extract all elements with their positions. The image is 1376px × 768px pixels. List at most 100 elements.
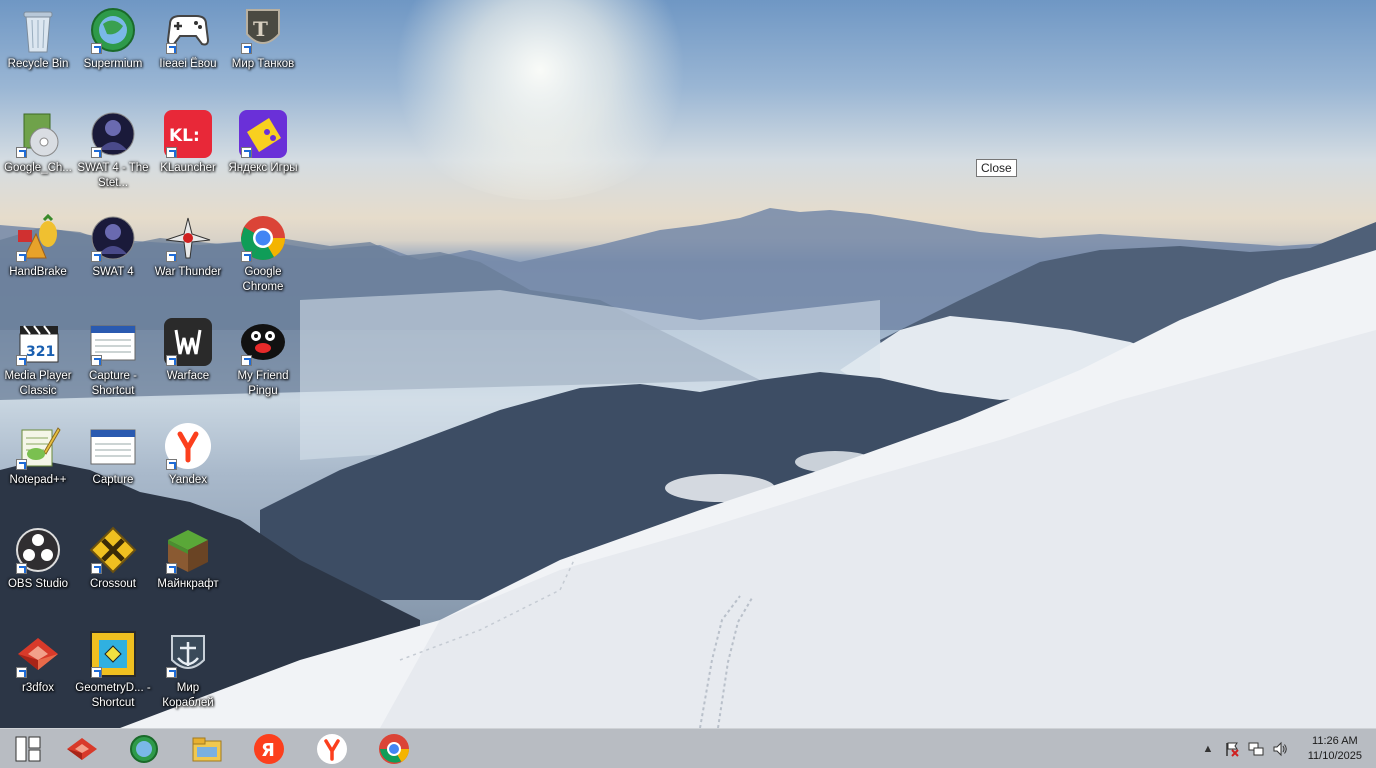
desktop-icon-warface[interactable]: Warface bbox=[150, 318, 226, 384]
shortcut-arrow-icon bbox=[166, 355, 177, 366]
desktop-icon-notepadpp[interactable]: Notepad++ bbox=[0, 422, 76, 488]
shortcut-arrow-icon bbox=[91, 355, 102, 366]
desktop-icon-world-of-tanks[interactable]: Т Мир Танков bbox=[225, 6, 301, 72]
shortcut-arrow-icon bbox=[91, 43, 102, 54]
shortcut-arrow-icon bbox=[241, 251, 252, 262]
desktop-icon-media-player-classic[interactable]: 321 Media Player Classic bbox=[0, 318, 76, 399]
desktop-icon-label: Майнкрафт bbox=[157, 578, 219, 590]
warships-anchor-icon bbox=[164, 630, 212, 678]
desktop-icon-swat4[interactable]: SWAT 4 bbox=[75, 214, 151, 280]
crossout-icon bbox=[89, 526, 137, 574]
window-capture-icon bbox=[89, 422, 137, 470]
start-icon bbox=[15, 736, 41, 762]
window-capture-icon bbox=[89, 318, 137, 366]
desktop-icon-label: Media Player Classic bbox=[4, 370, 72, 397]
shortcut-arrow-icon bbox=[166, 43, 177, 54]
r3dfox-icon bbox=[14, 630, 62, 678]
obs-icon bbox=[14, 526, 62, 574]
network-icon[interactable] bbox=[1248, 741, 1264, 757]
clock-date: 11/10/2025 bbox=[1307, 750, 1362, 762]
shortcut-arrow-icon bbox=[166, 563, 177, 574]
desktop-icon-label: Recycle Bin bbox=[7, 58, 69, 70]
desktop-icon-label: Capture - Shortcut bbox=[89, 370, 137, 397]
desktop-icon-google-setup[interactable]: Google_Ch... bbox=[0, 110, 76, 176]
war-thunder-plane-icon bbox=[164, 214, 212, 262]
shortcut-arrow-icon bbox=[16, 251, 27, 262]
desktop-icon-supermium[interactable]: Supermium bbox=[75, 6, 151, 72]
shortcut-arrow-icon bbox=[16, 459, 27, 470]
handbrake-icon bbox=[14, 213, 62, 262]
taskbar-yandex-browser[interactable]: Я bbox=[249, 732, 289, 766]
svg-text:KL:: KL: bbox=[169, 126, 200, 146]
desktop-icon-minecraft[interactable]: Майнкрафт bbox=[150, 526, 226, 592]
pingu-icon bbox=[239, 318, 287, 366]
chrome-icon bbox=[379, 734, 409, 764]
desktop-icon-yandex-games[interactable]: Яндекс Игры bbox=[225, 110, 301, 176]
desktop-icon-label: Мир Кораблей bbox=[162, 682, 214, 709]
desktop-icon-label: r3dfox bbox=[22, 682, 54, 694]
shortcut-arrow-icon bbox=[166, 147, 177, 158]
yandex-ya-icon: Я bbox=[254, 734, 284, 764]
desktop-icon-label: Notepad++ bbox=[9, 474, 67, 486]
taskbar: Я ▲ 11:26 AM 11/10/2025 bbox=[0, 728, 1376, 768]
desktop-icon-label: War Thunder bbox=[154, 266, 222, 278]
taskbar-r3dfox[interactable] bbox=[62, 732, 102, 766]
shortcut-arrow-icon bbox=[241, 355, 252, 366]
desktop-icon-label: Supermium bbox=[83, 58, 143, 70]
action-center-flag-icon[interactable] bbox=[1224, 741, 1240, 757]
shortcut-arrow-icon bbox=[166, 459, 177, 470]
show-hidden-icons-chevron-icon[interactable]: ▲ bbox=[1200, 741, 1216, 757]
system-clock[interactable]: 11:26 AM 11/10/2025 bbox=[1308, 734, 1362, 764]
svg-text:321: 321 bbox=[26, 344, 55, 360]
desktop-icon-capture[interactable]: Capture bbox=[75, 422, 151, 488]
volume-speaker-icon[interactable] bbox=[1272, 741, 1288, 757]
mpc-clapper-icon: 321 bbox=[14, 318, 62, 366]
start-button[interactable] bbox=[8, 732, 48, 766]
svg-text:Я: Я bbox=[261, 740, 275, 761]
desktop-icon-label: Warface bbox=[166, 370, 210, 382]
r3dfox-icon bbox=[67, 738, 97, 760]
desktop-icon-war-thunder[interactable]: War Thunder bbox=[150, 214, 226, 280]
desktop-icon-my-friend-pingu[interactable]: My Friend Pingu bbox=[225, 318, 301, 399]
folder-icon bbox=[192, 737, 222, 762]
desktop-icon-label: Google_Ch... bbox=[4, 162, 72, 174]
desktop-icon-label: Google Chrome bbox=[242, 266, 284, 293]
desktop-icon-recycle-bin[interactable]: Recycle Bin bbox=[0, 6, 76, 72]
desktop-icon-r3dfox[interactable]: r3dfox bbox=[0, 630, 76, 696]
shortcut-arrow-icon bbox=[16, 355, 27, 366]
desktop-icon-geometry-dash[interactable]: GeometryD... - Shortcut bbox=[75, 630, 151, 711]
supermium-globe-icon bbox=[130, 735, 158, 763]
desktop-icon-world-of-warships[interactable]: Мир Кораблей bbox=[150, 630, 226, 711]
taskbar-google-chrome[interactable] bbox=[374, 732, 414, 766]
desktop-icon-obs-studio[interactable]: OBS Studio bbox=[0, 526, 76, 592]
desktop-icon-label: Мир Танков bbox=[231, 58, 295, 70]
notepadpp-icon bbox=[14, 422, 62, 470]
tanks-shield-icon: Т bbox=[239, 6, 287, 54]
desktop-icon-swat4-stetchkov[interactable]: SWAT 4 - The Stet... bbox=[75, 110, 151, 191]
shortcut-arrow-icon bbox=[91, 563, 102, 574]
desktop-icon-capture-shortcut[interactable]: Capture - Shortcut bbox=[75, 318, 151, 399]
geometry-dash-icon bbox=[89, 630, 137, 678]
desktop-icon-label: Яндекс Игры bbox=[228, 162, 298, 174]
setup-disc-icon bbox=[14, 110, 62, 158]
swat4-icon bbox=[89, 214, 137, 262]
shortcut-arrow-icon bbox=[16, 147, 27, 158]
shortcut-arrow-icon bbox=[16, 563, 27, 574]
desktop-icon-handbrake[interactable]: HandBrake bbox=[0, 213, 76, 280]
desktop-icon-label: My Friend Pingu bbox=[237, 370, 289, 397]
taskbar-supermium[interactable] bbox=[124, 732, 164, 766]
desktop-icon-label: SWAT 4 bbox=[92, 266, 134, 278]
desktop-icon-label: Ііеаеі Ёвоu bbox=[159, 58, 217, 70]
desktop-icon-klauncher[interactable]: KL: KLauncher bbox=[150, 110, 226, 176]
desktop-icon-label: Capture bbox=[92, 474, 134, 486]
taskbar-yandex[interactable] bbox=[312, 732, 352, 766]
desktop-icon-google-chrome[interactable]: Google Chrome bbox=[225, 214, 301, 295]
close-tooltip: Close bbox=[976, 159, 1017, 177]
taskbar-file-explorer[interactable] bbox=[187, 732, 227, 766]
desktop-icon-gamepad-app[interactable]: Ііеаеі Ёвоu bbox=[150, 6, 226, 72]
desktop-icon-yandex[interactable]: Yandex bbox=[150, 422, 226, 488]
swat4-icon bbox=[89, 110, 137, 158]
desktop-icon-label: HandBrake bbox=[9, 266, 67, 278]
yandex-y-icon bbox=[317, 734, 347, 764]
desktop-icon-crossout[interactable]: Crossout bbox=[75, 526, 151, 592]
